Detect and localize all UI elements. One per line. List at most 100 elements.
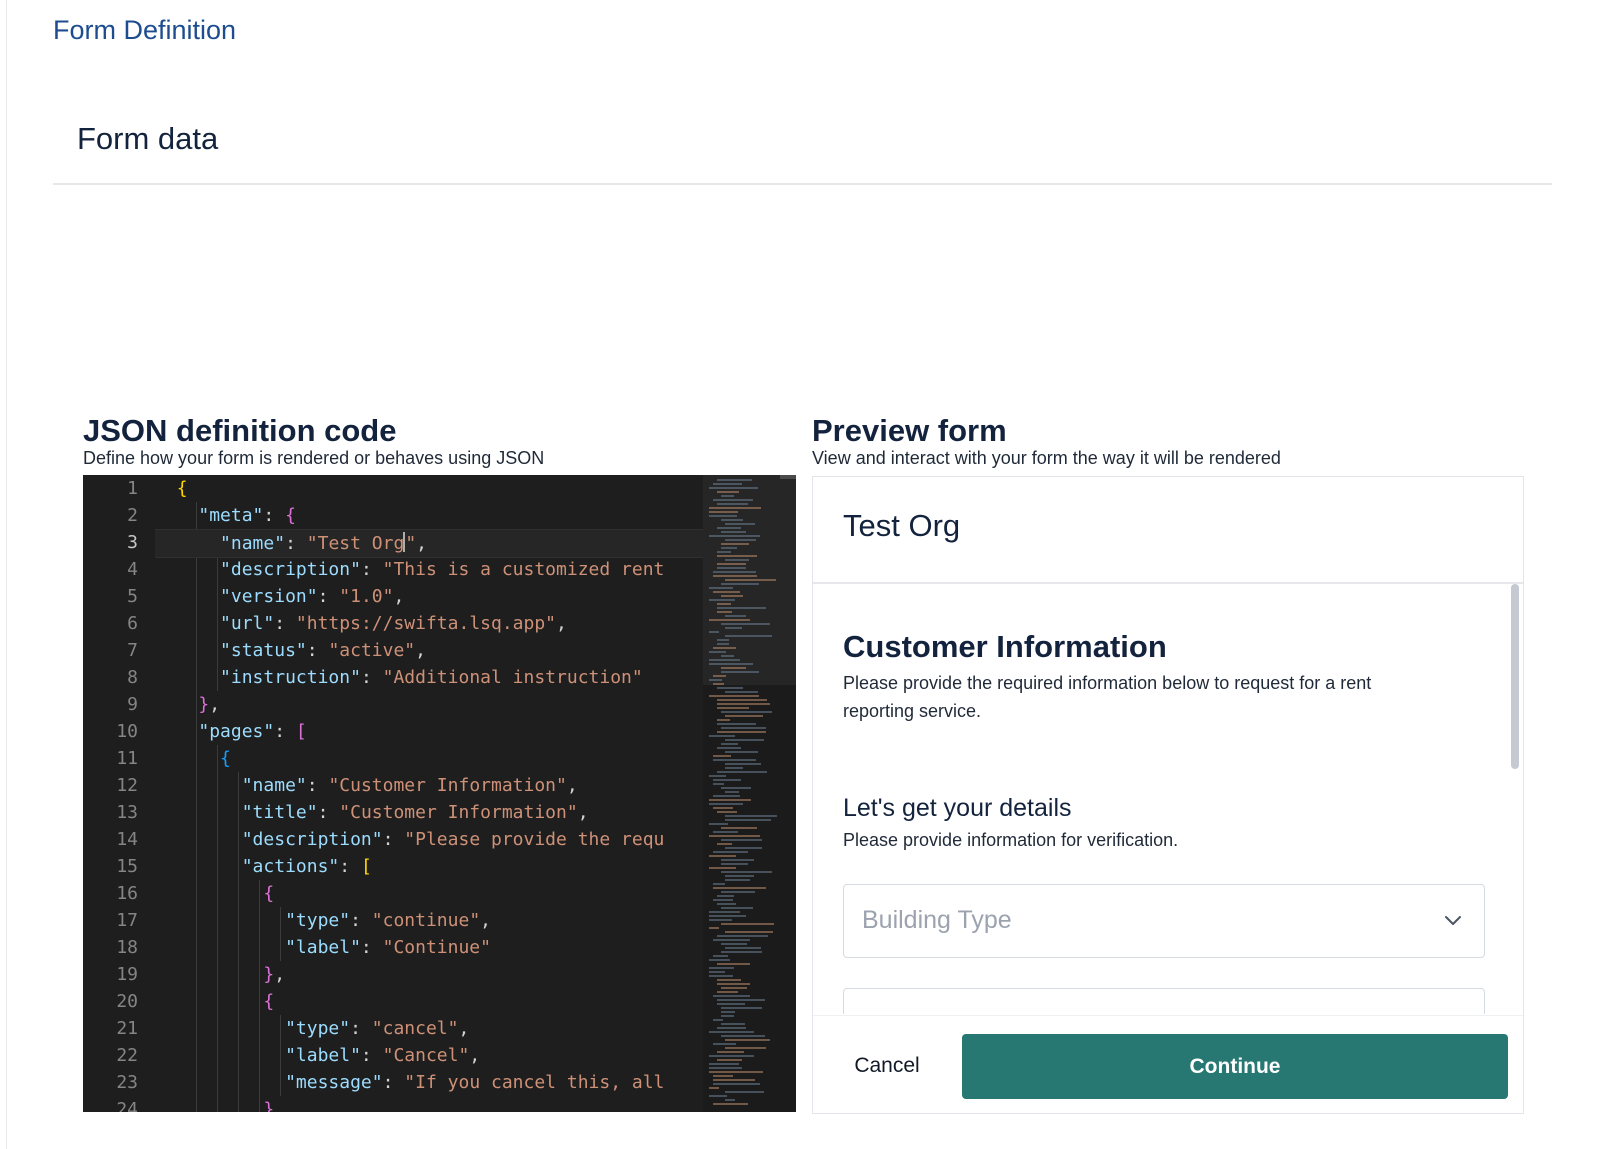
cancel-button[interactable]: Cancel [827,1036,947,1096]
minimap-line [721,1015,734,1017]
code-token: , [274,964,286,985]
minimap-line [709,823,728,825]
minimap-line [709,835,760,837]
code-line: "instruction": "Additional instruction" [155,664,643,691]
line-number: 2 [127,505,138,526]
minimap-line [725,579,776,581]
minimap-line [717,1003,745,1005]
code-token: : [360,559,383,580]
minimap-line [721,519,743,521]
minimap-line [717,563,746,565]
code-line: "label": "Continue" [155,934,491,961]
code-token: [ [360,856,372,877]
minimap-line [709,1087,719,1089]
code-token: , [577,802,589,823]
minimap-line [709,735,735,737]
code-token: : [382,1072,405,1093]
minimap-line [725,739,764,741]
minimap-line [721,595,743,597]
code-token: "name" [220,533,286,554]
code-token: , [556,613,567,634]
code-token: "If you cancel this, all [404,1072,665,1093]
minimap-line [709,803,743,805]
code-line: "type": "continue", [155,907,491,934]
preview-section-subtitle: View and interact with your form the way… [812,448,1281,468]
minimap-line [709,919,732,921]
code-token: : [382,829,405,850]
line-number: 18 [116,937,138,958]
minimap-line [721,827,757,829]
line-number: 16 [116,883,138,904]
minimap-line [709,631,719,633]
minimap-line [717,811,737,813]
minimap-line [713,1103,748,1105]
preview-form-title: Test Org [843,508,961,543]
minimap-line [713,647,736,649]
code-token: } [263,1099,275,1112]
code-token: , [458,1018,470,1039]
minimap-line [717,527,741,529]
minimap-line [713,1083,760,1085]
preview-scroll-area[interactable]: Customer Information Please provide the … [813,584,1523,1014]
minimap-line [721,655,734,657]
line-number-gutter: 1 2 3 4 5 6 7 8 9 10 11 12 13 14 15 16 17 18 19 20 21 22 23 24 [83,475,155,1112]
minimap-line [713,851,748,853]
minimap-line [717,479,752,481]
code-token: } [263,964,275,985]
minimap-line [725,1099,735,1101]
code-token: : [285,533,307,554]
minimap-line [725,691,758,693]
page-title: Form Definition [53,15,237,45]
code-line: "title": "Customer Information", [155,799,589,826]
editor-minimap[interactable] [703,475,796,1112]
next-form-field[interactable] [843,988,1485,1014]
minimap-line [709,915,746,917]
code-token: { [285,505,296,526]
preview-scrollbar-thumb[interactable] [1511,584,1519,769]
minimap-line [709,855,736,857]
preview-section-title: Let's get your details [843,794,1072,822]
minimap-line [717,771,767,773]
continue-button[interactable]: Continue [962,1034,1508,1099]
code-token: : [360,667,383,688]
minimap-line [709,619,750,621]
minimap-line [721,943,747,945]
code-token: "Additional instruction" [382,667,643,688]
code-token: : [317,586,340,607]
code-token: [ [295,721,307,742]
minimap-line [709,651,726,653]
minimap-line [709,911,740,913]
line-number: 4 [127,559,138,580]
minimap-line [717,723,756,725]
line-number: 12 [116,775,138,796]
code-token: "active" [328,640,416,661]
code-line: "type": "cancel", [155,1015,469,1042]
code-token: : [306,775,329,796]
minimap-line [721,863,748,865]
code-token: "Customer Information" [328,775,567,796]
code-token: , [209,694,221,715]
building-type-select[interactable]: Building Type [843,884,1485,958]
minimap-line [721,907,753,909]
line-number: 15 [116,856,138,877]
code-token: "Please provide the requ [404,829,665,850]
code-token: "version" [220,586,318,607]
minimap-line [713,591,740,593]
code-line: "description": "This is a customized ren… [155,556,664,583]
minimap-line [709,507,761,509]
minimap-line [709,959,730,961]
minimap-line [725,1047,766,1049]
minimap-line [717,703,770,705]
minimap-line [721,543,749,545]
minimap-line [709,1067,742,1069]
minimap-line [717,567,746,569]
code-text-area[interactable]: { "meta": { "name": "Test Org", "descrip… [155,475,775,1112]
json-code-editor[interactable]: 1 2 3 4 5 6 7 8 9 10 11 12 13 14 15 16 17 18 19 20 21 22 23 24 … [83,475,796,1112]
code-token: "cancel" [371,1018,459,1039]
code-token: { [263,883,275,904]
